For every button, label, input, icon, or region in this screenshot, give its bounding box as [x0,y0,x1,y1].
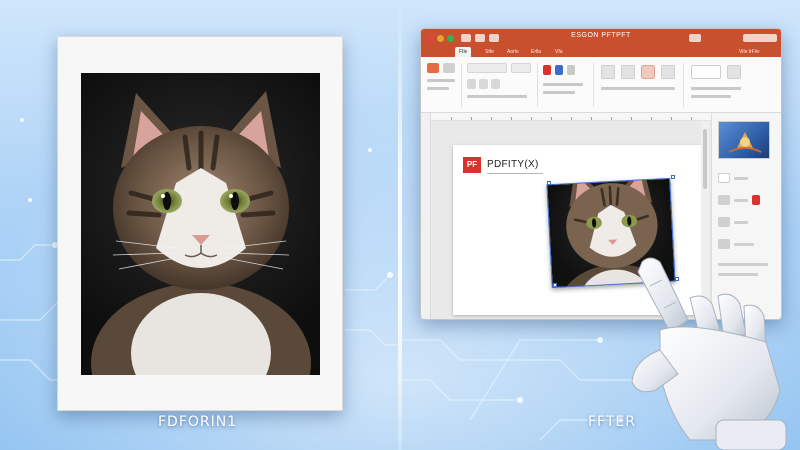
view-mode-button[interactable] [691,65,721,79]
search-box[interactable] [689,34,701,42]
robot-hand-icon [631,257,787,450]
export-icon[interactable] [661,65,675,79]
tab-file[interactable]: FIle [455,47,472,57]
highlight-icon[interactable] [555,65,563,75]
edit-icon[interactable] [641,65,655,79]
adjust-icon[interactable] [718,239,730,249]
layers-icon[interactable] [718,195,730,205]
scroll-thumb[interactable] [703,129,707,189]
thumbnail-art [728,132,762,153]
cat-illustration [91,91,311,375]
underline-icon[interactable] [491,79,500,89]
italic-icon[interactable] [479,79,488,89]
insert-image-icon[interactable] [601,65,615,79]
pdf-logo: PF [463,157,481,173]
tab-item[interactable]: Aorlo [507,47,519,57]
before-photo-frame [57,36,343,411]
crop-icon[interactable] [718,217,730,227]
before-caption: FDFORIN1 [158,414,238,430]
account-button[interactable] [743,34,777,42]
color-tool-icon[interactable] [752,195,760,205]
document-heading[interactable]: PDFITY(X) [487,159,539,170]
shapes-icon[interactable] [621,65,635,79]
tab-item[interactable]: Erlla [531,47,541,57]
resize-handle[interactable] [547,181,551,185]
tab-item[interactable]: Vfa [555,47,563,57]
cut-icon[interactable] [443,63,455,73]
ribbon-toolbar [421,57,781,113]
resize-handle[interactable] [553,283,557,287]
font-select[interactable] [467,63,507,73]
title-bar: ESGON PFTPFT [421,29,781,47]
size-select[interactable] [511,63,531,73]
vertical-ruler [421,113,431,319]
tab-view[interactable]: ViIe lrFiiv [739,47,759,57]
text-color-icon[interactable] [543,65,551,75]
align-icon[interactable] [567,65,575,75]
pen-icon[interactable] [427,63,439,73]
page-thumbnail[interactable] [718,121,770,159]
cat-photo [81,73,320,375]
ribbon-tabs: FIle Stfe Aorlo Erlla Vfa ViIe lrFiiv [421,47,781,57]
bold-icon[interactable] [467,79,476,89]
image-tool-icon[interactable] [718,173,730,183]
window-title: ESGON PFTPFT [571,32,631,39]
split-divider [398,0,402,450]
horizontal-ruler [431,113,711,121]
resize-handle[interactable] [671,175,675,179]
settings-icon[interactable] [727,65,741,79]
tab-item[interactable]: Stfe [485,47,494,57]
